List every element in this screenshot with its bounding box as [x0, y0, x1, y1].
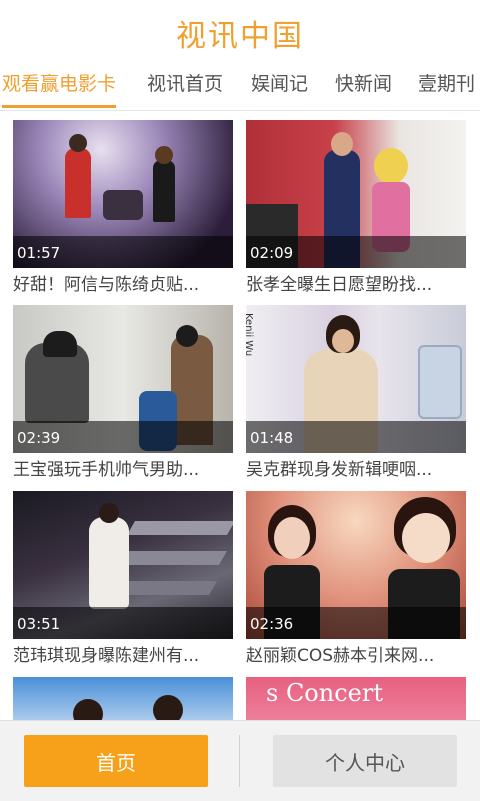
video-title: 张孝全曝生日愿望盼找...	[246, 275, 433, 295]
video-duration: 02:36	[250, 615, 294, 633]
thumb-caption: Kenji Wu	[246, 313, 254, 357]
video-thumbnail: Kenji Wu 01:48	[246, 305, 466, 453]
video-duration: 01:48	[250, 429, 294, 447]
tab-win-movie-card[interactable]: 观看赢电影卡	[2, 66, 117, 108]
video-thumbnail: 03:51	[13, 491, 233, 639]
tab-quick-news[interactable]: 快新闻	[335, 66, 392, 108]
video-duration: 03:51	[17, 615, 61, 633]
video-thumbnail: 01:57	[13, 120, 233, 268]
tab-entertainment[interactable]: 娱闻记	[251, 66, 308, 108]
home-button[interactable]: 首页	[24, 735, 208, 787]
video-card[interactable]: 01:57 好甜！阿信与陈绮贞贴...	[13, 120, 233, 296]
app-title: 视讯中国	[176, 19, 304, 54]
profile-button[interactable]: 个人中心	[273, 735, 457, 787]
bottom-navigation: 首页 个人中心	[0, 720, 480, 801]
video-duration: 02:39	[17, 429, 61, 447]
video-card[interactable]: s Concert	[246, 677, 466, 720]
thumb-concert-text: s Concert	[266, 679, 383, 707]
video-card[interactable]: 02:36 赵丽颖COS赫本引来网...	[246, 491, 466, 667]
nav-divider	[239, 735, 240, 787]
video-card[interactable]: Kenji Wu 01:48 吴克群现身发新辑哽咽...	[246, 305, 466, 481]
video-thumbnail: 02:09	[246, 120, 466, 268]
video-card[interactable]: 02:09 张孝全曝生日愿望盼找...	[246, 120, 466, 296]
video-thumbnail: 02:36	[246, 491, 466, 639]
video-title: 好甜！阿信与陈绮贞贴...	[13, 275, 200, 295]
video-card[interactable]	[13, 677, 233, 720]
tab-magazine[interactable]: 壹期刊	[418, 66, 475, 108]
video-duration: 02:09	[250, 244, 294, 262]
video-title: 王宝强玩手机帅气男助...	[13, 460, 200, 480]
video-thumbnail: 02:39	[13, 305, 233, 453]
video-title: 吴克群现身发新辑哽咽...	[246, 460, 433, 480]
video-grid: 01:57 好甜！阿信与陈绮贞贴... 02:09 张孝全曝生日愿望盼找... …	[0, 111, 480, 720]
video-thumbnail	[13, 677, 233, 720]
video-title: 范玮琪现身曝陈建州有...	[13, 646, 200, 666]
video-card[interactable]: 02:39 王宝强玩手机帅气男助...	[13, 305, 233, 481]
video-duration: 01:57	[17, 244, 61, 262]
video-card[interactable]: 03:51 范玮琪现身曝陈建州有...	[13, 491, 233, 667]
tab-home[interactable]: 视讯首页	[147, 66, 223, 108]
category-tabs: 观看赢电影卡 视讯首页 娱闻记 快新闻 壹期刊	[0, 66, 480, 111]
app-header: 视讯中国	[0, 0, 480, 66]
video-title: 赵丽颖COS赫本引来网...	[246, 646, 435, 666]
video-thumbnail: s Concert	[246, 677, 466, 720]
